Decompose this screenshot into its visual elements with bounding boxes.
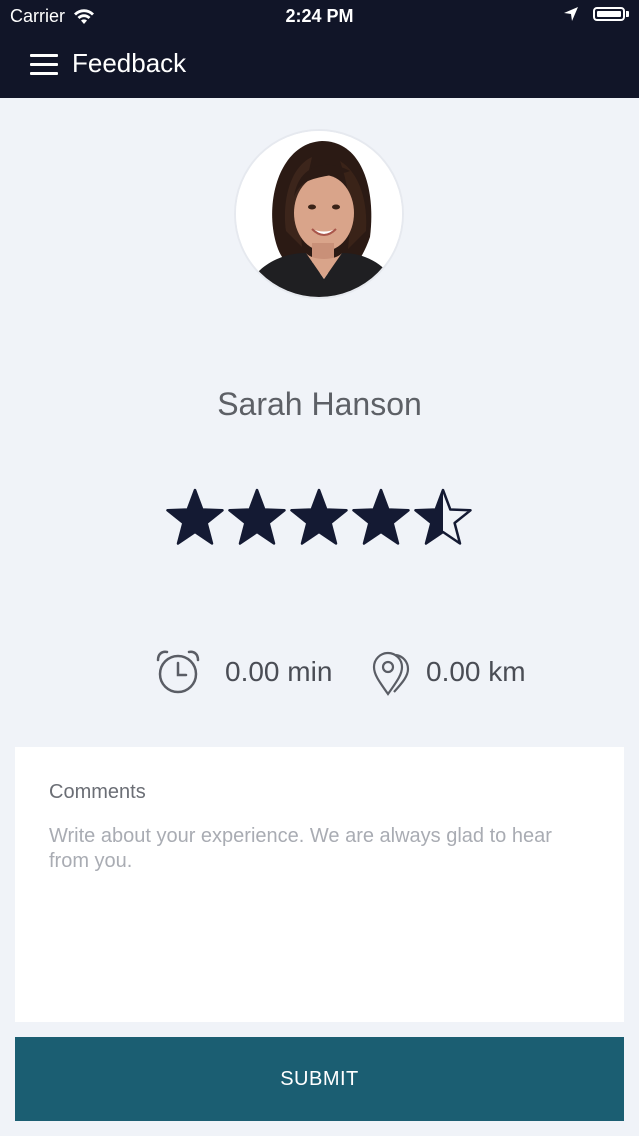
battery-icon: [593, 7, 625, 21]
driver-avatar: [236, 131, 402, 297]
trip-distance-value: 0.00 km: [426, 656, 526, 687]
location-arrow-icon: [564, 7, 578, 21]
alarm-clock-icon: [156, 650, 200, 694]
status-bar: Carrier 2:24 PM: [0, 0, 639, 34]
comments-card: Comments: [15, 747, 624, 1022]
status-right: [563, 6, 629, 22]
trip-time-value: 0.00 min: [225, 656, 333, 687]
star-icon[interactable]: [227, 484, 287, 550]
status-time: 2:24 PM: [285, 6, 354, 26]
star-icon[interactable]: [289, 484, 349, 550]
comments-label: Comments: [49, 781, 146, 803]
star-rating[interactable]: [165, 484, 475, 552]
submit-button[interactable]: SUBMIT: [15, 1037, 624, 1121]
driver-photo: [236, 131, 402, 297]
app-header: Carrier 2:24 PM Feedback: [0, 0, 639, 98]
hamburger-menu-icon[interactable]: [30, 54, 60, 76]
nav-bar: Feedback: [0, 34, 639, 98]
map-pin-icon: [372, 651, 410, 696]
battery-cap: [626, 11, 629, 17]
trip-stats: 0.00 min 0.00 km: [0, 646, 639, 698]
comments-input[interactable]: [49, 824, 590, 974]
star-icon[interactable]: [351, 484, 411, 550]
star-icon[interactable]: [413, 484, 473, 550]
page-title: Feedback: [72, 48, 187, 78]
star-icon[interactable]: [165, 484, 225, 550]
driver-name: Sarah Hanson: [217, 386, 422, 422]
battery-level: [597, 11, 621, 17]
